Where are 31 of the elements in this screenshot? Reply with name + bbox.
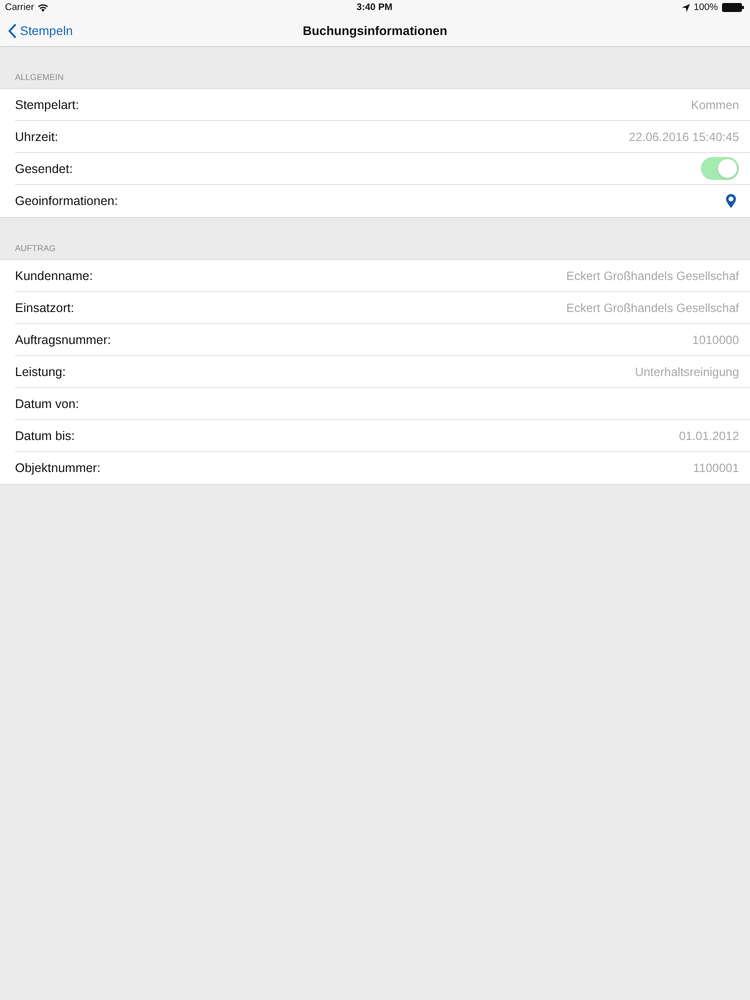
status-time: 3:40 PM <box>356 2 392 13</box>
page-title: Buchungsinformationen <box>302 24 448 38</box>
field-label: Auftragsnummer: <box>15 332 111 346</box>
location-arrow-icon <box>682 4 690 12</box>
field-label: Objektnummer: <box>15 461 100 475</box>
back-chevron-icon <box>8 24 16 38</box>
field-label: Datum bis: <box>15 428 75 442</box>
field-label: Leistung: <box>15 364 66 378</box>
field-label: Einsatzort: <box>15 300 74 314</box>
field-label: Uhrzeit: <box>15 130 58 144</box>
field-value: 01.01.2012 <box>678 428 739 442</box>
field-value: 1010000 <box>692 332 739 346</box>
battery-percent: 100% <box>694 2 718 13</box>
field-label: Kundenname: <box>15 268 93 282</box>
back-button[interactable]: Stempeln <box>8 24 73 38</box>
field-value: Eckert Großhandels Gesellschaf <box>566 300 739 314</box>
field-label: Geoinformationen: <box>15 194 118 208</box>
field-value: Unterhaltsreinigung <box>634 364 739 378</box>
field-value: 22.06.2016 15:40:45 <box>628 130 739 144</box>
battery-icon <box>722 3 744 12</box>
section-header: ALLGEMEIN <box>15 72 64 82</box>
map-pin-icon[interactable] <box>726 194 736 208</box>
field-label: Datum von: <box>15 396 79 410</box>
wifi-icon <box>38 4 48 12</box>
field-label: Gesendet: <box>15 162 73 176</box>
field-value: Eckert Großhandels Gesellschaf <box>566 268 739 282</box>
field-value: Kommen <box>690 98 739 112</box>
section-header: AUFTRAG <box>15 243 56 253</box>
carrier-name: Carrier <box>5 2 34 13</box>
field-value: 1100001 <box>693 461 739 475</box>
field-label: Stempelart: <box>15 98 79 112</box>
